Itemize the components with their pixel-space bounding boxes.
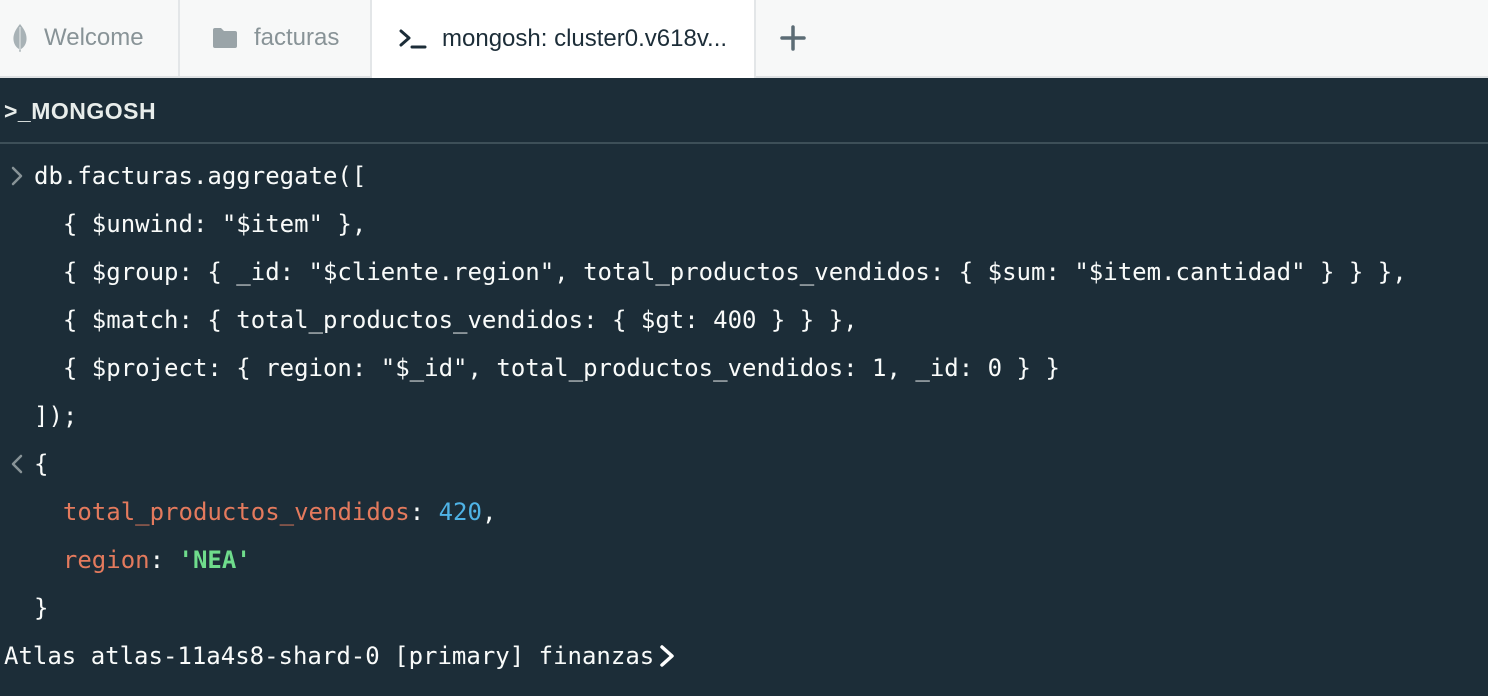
output-field: total_productos_vendidos: 420, xyxy=(34,488,497,536)
output-open-brace: { xyxy=(34,450,49,478)
output-trail: , xyxy=(481,498,497,526)
output-key: region xyxy=(62,546,150,574)
plus-icon xyxy=(780,25,806,51)
output-separator: : xyxy=(149,546,179,574)
tab-label: Welcome xyxy=(44,24,144,51)
input-line: db.facturas.aggregate([ xyxy=(34,162,367,190)
input-line: { $group: { _id: "$cliente.region", tota… xyxy=(34,258,1407,286)
tab-bar: Welcome facturas mongosh: cluster0.v618v… xyxy=(0,0,1488,78)
input-line: { $project: { region: "$_id", total_prod… xyxy=(34,354,1060,382)
mongodb-leaf-icon xyxy=(10,22,30,54)
shell-console[interactable]: db.facturas.aggregate([ { $unwind: "$ite… xyxy=(0,146,1488,696)
tab-label: facturas xyxy=(254,24,340,51)
terminal-icon xyxy=(398,27,428,51)
input-line: ]); xyxy=(34,402,78,430)
input-line: { $match: { total_productos_vendidos: { … xyxy=(34,306,858,334)
shell-title: >_MONGOSH xyxy=(4,97,157,124)
output-key: total_productos_vendidos xyxy=(62,498,410,526)
input-line: { $unwind: "$item" }, xyxy=(34,210,367,238)
add-tab-button[interactable] xyxy=(756,0,830,76)
prompt-chevron-icon xyxy=(660,645,674,667)
shell-header: >_MONGOSH xyxy=(0,80,1488,144)
output-value: 420 xyxy=(438,498,482,526)
tab-label: mongosh: cluster0.v618v... xyxy=(442,25,728,52)
output-close-brace: } xyxy=(34,594,49,622)
input-chevron-icon xyxy=(8,152,26,200)
tab-mongosh-shell[interactable]: mongosh: cluster0.v618v... xyxy=(372,0,756,78)
output-value: 'NEA' xyxy=(178,546,251,574)
tab-facturas[interactable]: facturas xyxy=(180,0,372,76)
output-field: region: 'NEA' xyxy=(34,536,251,584)
prompt-text: Atlas atlas-11a4s8-shard-0 [primary] fin… xyxy=(4,642,655,670)
tab-welcome[interactable]: Welcome xyxy=(0,0,180,76)
folder-icon xyxy=(212,26,238,50)
output-separator: : xyxy=(409,498,439,526)
output-chevron-icon xyxy=(8,440,26,488)
shell-prompt[interactable]: Atlas atlas-11a4s8-shard-0 [primary] fin… xyxy=(4,632,674,680)
